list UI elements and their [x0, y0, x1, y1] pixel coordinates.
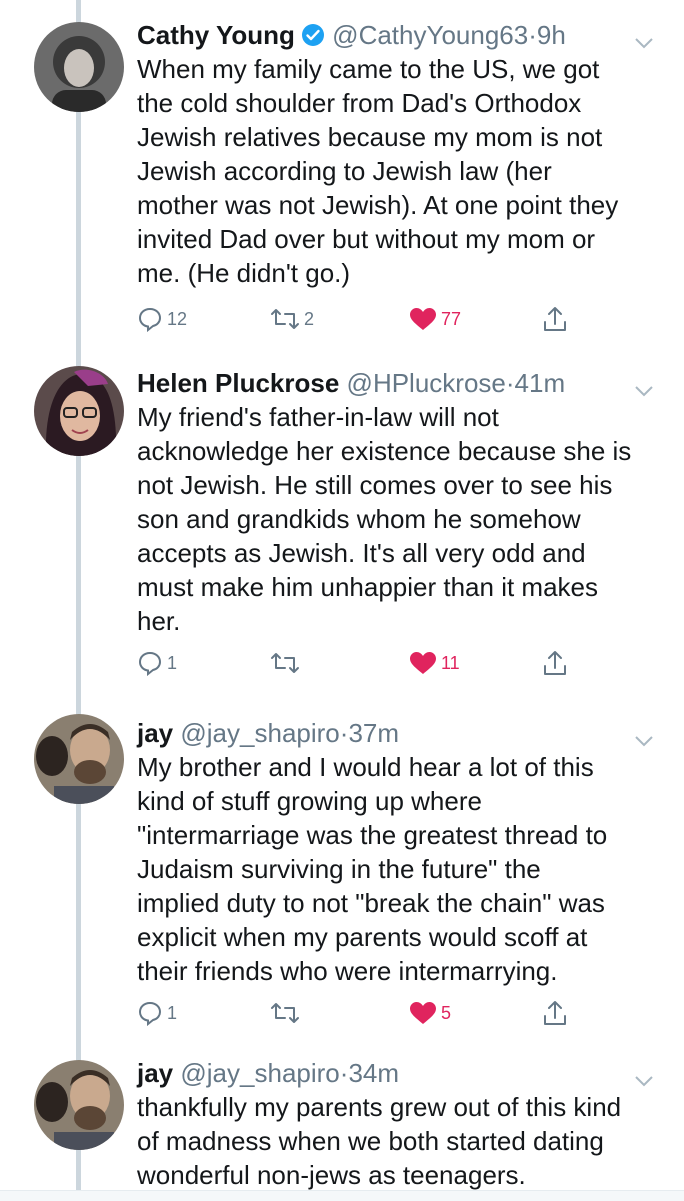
reply-icon	[137, 650, 163, 676]
chevron-down-icon[interactable]	[634, 24, 654, 58]
timestamp[interactable]: 41m	[515, 368, 566, 398]
retweet-button[interactable]	[270, 646, 304, 680]
like-button[interactable]: 5	[409, 996, 451, 1030]
heart-icon	[409, 1001, 437, 1025]
reply-count: 1	[167, 652, 178, 673]
handle[interactable]: @jay_shapiro	[180, 1058, 339, 1088]
verified-badge-icon	[301, 21, 325, 55]
chevron-down-icon[interactable]	[634, 372, 654, 406]
tweet-actions: 1 5	[137, 996, 577, 1030]
heart-icon	[409, 651, 437, 675]
timestamp[interactable]: 9h	[537, 20, 566, 50]
handle[interactable]: @HPluckrose	[347, 368, 506, 398]
tweet-actions: 1 11	[137, 646, 577, 680]
retweet-button[interactable]: 2	[270, 302, 314, 336]
like-count: 5	[441, 1002, 452, 1023]
tweet-header: jay @jay_shapiro·34m	[137, 1056, 653, 1090]
reply-count: 12	[167, 308, 188, 329]
retweet-count: 2	[304, 308, 315, 329]
like-button[interactable]: 11	[409, 646, 460, 680]
avatar[interactable]	[34, 1060, 124, 1150]
chevron-down-icon[interactable]	[634, 722, 654, 756]
reply-icon	[137, 1000, 163, 1026]
share-button[interactable]	[542, 646, 568, 680]
reply-icon	[137, 306, 163, 332]
like-count: 11	[441, 652, 460, 673]
share-icon	[542, 649, 568, 677]
share-button[interactable]	[542, 302, 568, 336]
retweet-icon	[270, 651, 300, 675]
display-name[interactable]: jay	[137, 1058, 173, 1088]
tweet-actions: 12 2 77	[137, 302, 577, 336]
avatar[interactable]	[34, 22, 124, 112]
tweet-header: Helen Pluckrose @HPluckrose·41m	[137, 366, 653, 400]
like-count: 77	[441, 308, 462, 329]
reply-button[interactable]: 12	[137, 302, 187, 336]
timestamp[interactable]: 37m	[348, 718, 399, 748]
heart-icon	[409, 307, 437, 331]
share-icon	[542, 999, 568, 1027]
tweet-header: jay @jay_shapiro·37m	[137, 716, 653, 750]
share-button[interactable]	[542, 996, 568, 1030]
retweet-icon	[270, 307, 300, 331]
separator-dot: ·	[505, 368, 515, 398]
timestamp[interactable]: 34m	[348, 1058, 399, 1088]
handle[interactable]: @jay_shapiro	[180, 718, 339, 748]
thread-connector-line	[76, 0, 81, 1200]
handle[interactable]: @CathyYoung63	[332, 20, 528, 50]
tweet-text: My friend's father-in-law will not acknow…	[137, 402, 632, 636]
display-name[interactable]: Helen Pluckrose	[137, 368, 339, 398]
tweet-text: My brother and I would hear a lot of thi…	[137, 752, 608, 986]
retweet-button[interactable]	[270, 996, 304, 1030]
reply-button[interactable]: 1	[137, 646, 177, 680]
avatar[interactable]	[34, 366, 124, 456]
share-icon	[542, 305, 568, 333]
tweet-text: thankfully my parents grew out of this k…	[137, 1092, 622, 1190]
avatar[interactable]	[34, 714, 124, 804]
reply-count: 1	[167, 1002, 178, 1023]
retweet-icon	[270, 1001, 300, 1025]
tweet-header: Cathy Young @CathyYoung63·9h	[137, 18, 653, 55]
bottom-edge	[0, 1190, 684, 1201]
tweet-text: When my family came to the US, we got the…	[137, 54, 619, 288]
display-name[interactable]: jay	[137, 718, 173, 748]
separator-dot: ·	[528, 20, 537, 50]
reply-button[interactable]: 1	[137, 996, 177, 1030]
like-button[interactable]: 77	[409, 302, 461, 336]
chevron-down-icon[interactable]	[634, 1062, 654, 1096]
display-name[interactable]: Cathy Young	[137, 20, 295, 50]
